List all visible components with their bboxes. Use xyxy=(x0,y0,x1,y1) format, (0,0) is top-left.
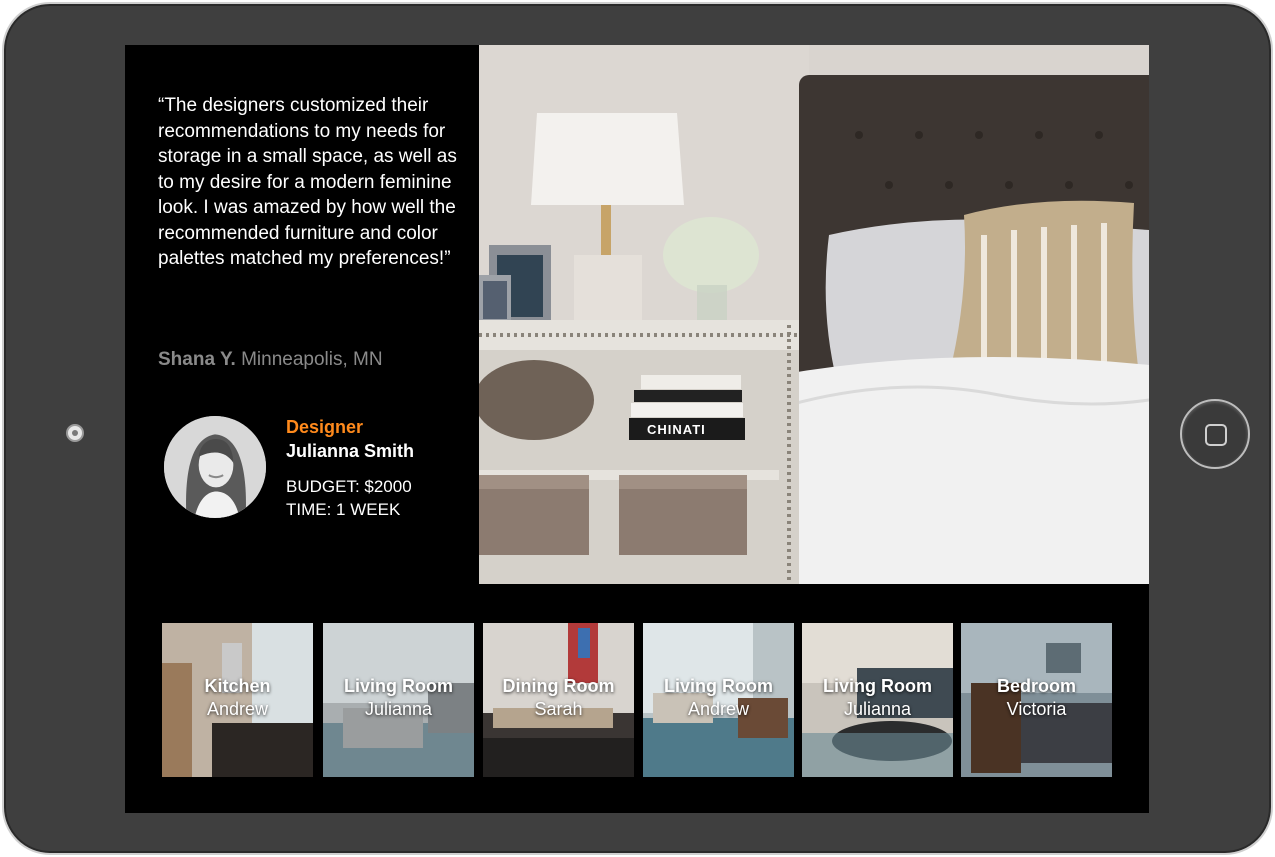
thumbnail-label: Living Room Andrew xyxy=(643,675,794,721)
thumbnail-designer: Andrew xyxy=(206,699,269,719)
thumbnail-designer: Sarah xyxy=(534,699,583,719)
thumbnail-living-room-andrew[interactable]: Living Room Andrew xyxy=(643,623,794,777)
time-label: TIME: 1 WEEK xyxy=(286,500,401,519)
app-screen: “The designers customized their recommen… xyxy=(125,45,1149,813)
home-button[interactable] xyxy=(1180,399,1250,469)
designer-role: Designer xyxy=(286,417,364,437)
thumbnail-kitchen-andrew[interactable]: Kitchen Andrew xyxy=(162,623,313,777)
thumbnail-room: Living Room xyxy=(344,676,453,696)
front-camera xyxy=(66,424,84,442)
thumbnail-designer: Victoria xyxy=(1006,699,1067,719)
designer-name: Julianna Smith xyxy=(286,441,415,461)
thumbnail-label: Dining Room Sarah xyxy=(483,675,634,721)
testimonial-author: Shana Y. Minneapolis, MN xyxy=(158,349,383,371)
thumbnail-living-room-julianna[interactable]: Living Room Julianna xyxy=(323,623,474,777)
thumbnail-label: Living Room Julianna xyxy=(802,675,953,721)
home-square-icon xyxy=(1205,424,1227,446)
thumbnail-label: Kitchen Andrew xyxy=(162,675,313,721)
designer-avatar[interactable] xyxy=(164,416,266,518)
thumbnail-room: Dining Room xyxy=(502,676,615,696)
thumbnail-label: Living Room Julianna xyxy=(323,675,474,721)
book-spine-text: CHINATI xyxy=(647,422,706,437)
thumbnail-designer: Julianna xyxy=(843,699,912,719)
thumbnail-bedroom-victoria[interactable]: Bedroom Victoria xyxy=(961,623,1112,777)
testimonial-quote: “The designers customized their recommen… xyxy=(158,95,457,269)
thumbnail-room: Living Room xyxy=(823,676,932,696)
author-name: Shana Y. xyxy=(158,349,236,370)
budget-label: BUDGET: $2000 xyxy=(286,477,412,496)
thumbnail-room: Bedroom xyxy=(996,676,1076,696)
thumbnail-living-room-julianna-2[interactable]: Living Room Julianna xyxy=(802,623,953,777)
author-location: Minneapolis, MN xyxy=(241,349,383,370)
thumbnail-room: Living Room xyxy=(664,676,773,696)
thumbnail-designer: Andrew xyxy=(687,699,750,719)
hero-bedroom-image: CHINATI xyxy=(479,45,1149,584)
thumbnail-room: Kitchen xyxy=(204,676,271,696)
thumbnail-dining-room-sarah[interactable]: Dining Room Sarah xyxy=(483,623,634,777)
project-thumbnails: Kitchen Andrew Living Room Julianna Dini… xyxy=(162,623,1112,777)
thumbnail-designer: Julianna xyxy=(364,699,433,719)
thumbnail-label: Bedroom Victoria xyxy=(961,675,1112,721)
